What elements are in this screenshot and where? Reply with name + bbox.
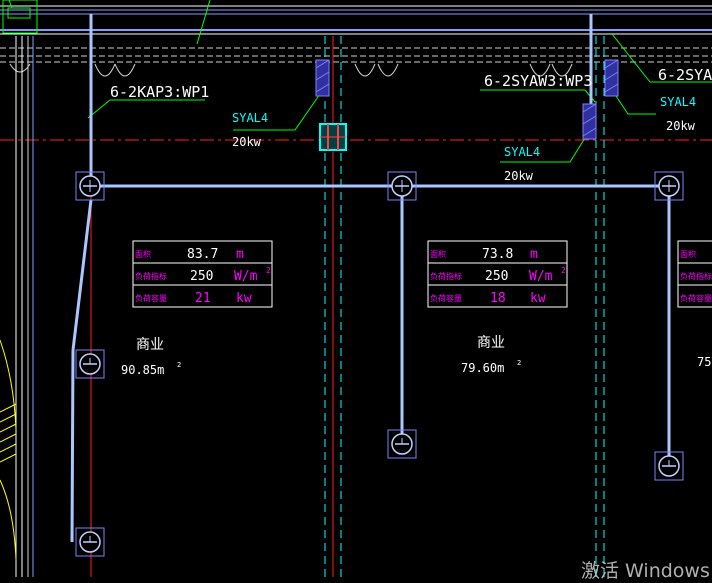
room-area-superscript: 2 — [177, 361, 181, 369]
outlet-symbol[interactable] — [387, 429, 417, 459]
syal-name: SYAL4 — [660, 95, 696, 109]
corner-box — [2, 0, 38, 34]
circuit-label-wp1: 6-2KAP3:WP1 — [110, 83, 209, 101]
table-row-unit: kw — [236, 291, 252, 306]
outlet-symbol[interactable] — [387, 171, 417, 201]
table-row-label: 负荷容量 — [680, 293, 712, 303]
table-row-label: 负荷容量 — [135, 293, 167, 303]
outlet-symbol[interactable] — [75, 349, 105, 379]
left-wall — [15, 36, 34, 577]
syal-name: SYAL4 — [232, 111, 268, 125]
room-area: 90.85m — [121, 363, 164, 377]
table-row-value: 18 — [490, 291, 506, 306]
distribution-box-symbol[interactable] — [582, 103, 597, 140]
table-row-label: 负荷容量 — [430, 293, 462, 303]
distribution-box-symbol[interactable] — [315, 59, 330, 97]
circuit-label-wp3: 6-2SYAW3:WP3 — [484, 72, 592, 90]
room-area-superscript: 2 — [517, 359, 521, 367]
table-row-label: 负荷指标 — [680, 271, 712, 281]
outlet-symbol[interactable] — [654, 171, 684, 201]
syal-power: 20kw — [666, 119, 696, 133]
table-row-unit: kw — [530, 291, 546, 306]
table-row-label: 负荷指标 — [135, 271, 167, 281]
table-row-value: 250 — [190, 269, 213, 284]
table-row-value: 73.8 — [482, 247, 513, 262]
load-table: 面积 83.7 m 负荷指标 250 W/m 2 负荷容量 21 kw — [132, 240, 273, 308]
syal-power: 20kw — [504, 169, 534, 183]
table-row-label: 面积 — [430, 249, 446, 259]
outlet-symbol[interactable] — [75, 171, 105, 201]
table-row-unit: W/m — [234, 269, 258, 284]
outlet-symbol[interactable] — [75, 527, 105, 557]
room-area: 79.60m — [461, 361, 504, 375]
table-row-unit: m — [530, 247, 538, 262]
distribution-box-symbol[interactable] — [604, 59, 619, 97]
syal-name: SYAL4 — [504, 145, 540, 159]
circuit-label-right: 6-2SYAW — [658, 66, 712, 84]
table-row-value: 83.7 — [187, 247, 218, 262]
windows-activation-watermark: 激活 Windows — [581, 560, 710, 582]
table-row-value: 250 — [485, 269, 508, 284]
room-name: 商业 — [136, 337, 164, 353]
table-row-value: 21 — [195, 291, 211, 306]
load-table: 面积 负荷指标 负荷容量 — [677, 240, 712, 308]
table-row-label: 面积 — [680, 249, 696, 259]
load-table: 面积 73.8 m 负荷指标 250 W/m 2 负荷容量 18 kw — [427, 240, 568, 308]
table-row-unit: m — [236, 247, 244, 262]
unit-superscript: 2 — [561, 266, 566, 275]
room-name: 商业 — [477, 335, 505, 351]
room-area: 75. — [697, 355, 712, 369]
table-row-label: 面积 — [135, 249, 151, 259]
stair-fragment — [0, 339, 17, 561]
syal-power: 20kw — [232, 135, 262, 149]
outlet-symbol[interactable] — [654, 451, 684, 481]
top-wall — [0, 5, 712, 63]
unit-superscript: 2 — [266, 266, 271, 275]
cad-drawing-canvas[interactable]: 6-2KAP3:WP1 6-2SYAW3:WP3 6-2SYAW SYAL4 2… — [0, 0, 712, 577]
column-square — [319, 123, 347, 151]
table-row-label: 负荷指标 — [430, 271, 462, 281]
table-row-unit: W/m — [529, 269, 553, 284]
